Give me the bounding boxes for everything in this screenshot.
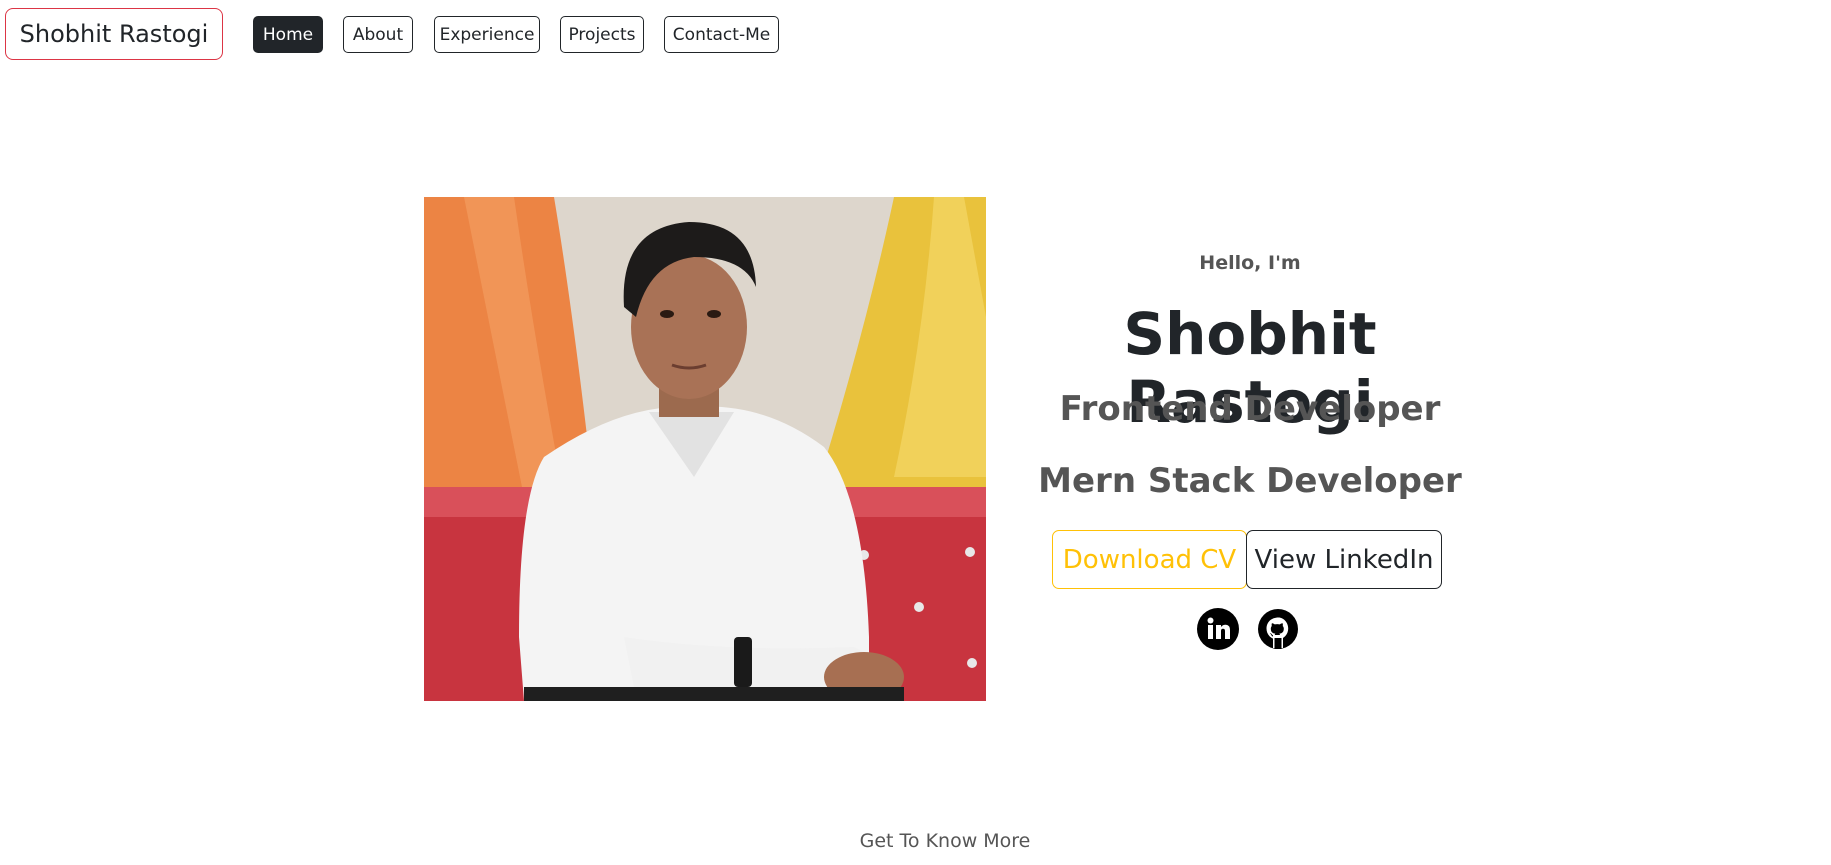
role-frontend: Frontend Developer [1059, 389, 1441, 429]
get-to-know-more-link[interactable]: Get To Know More [800, 830, 1090, 852]
linkedin-icon[interactable] [1197, 608, 1239, 650]
view-linkedin-button[interactable]: View LinkedIn [1246, 530, 1442, 589]
nav-about-button[interactable]: About [343, 16, 413, 53]
nav-home-button[interactable]: Home [253, 16, 323, 53]
page: Shobhit Rastogi Home About Experience Pr… [0, 0, 1831, 865]
greeting-text: Hello, I'm [1199, 252, 1301, 274]
profile-photo [424, 197, 986, 701]
brand-logo[interactable]: Shobhit Rastogi [5, 8, 223, 60]
download-cv-button[interactable]: Download CV [1052, 530, 1247, 589]
nav-projects-button[interactable]: Projects [560, 16, 644, 53]
nav-contact-button[interactable]: Contact-Me [664, 16, 779, 53]
nav-experience-button[interactable]: Experience [434, 16, 540, 53]
github-icon[interactable] [1257, 608, 1299, 650]
role-mern: Mern Stack Developer [1038, 461, 1462, 501]
